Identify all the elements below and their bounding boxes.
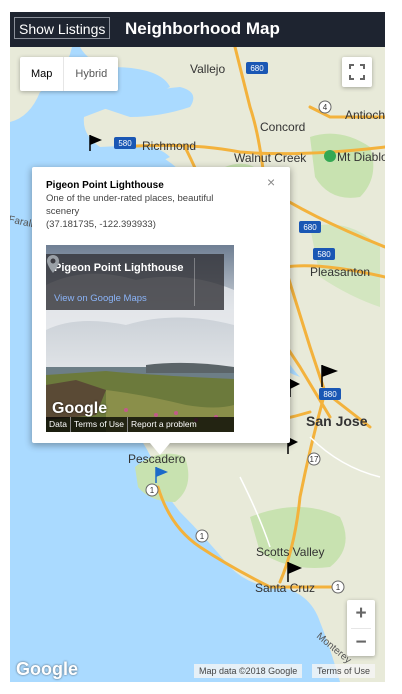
street-view-header: Pigeon Point Lighthouse View on Google M… — [46, 254, 224, 310]
street-view-title: Pigeon Point Lighthouse — [54, 262, 184, 274]
map-pin-icon[interactable] — [46, 254, 60, 274]
svg-text:880: 880 — [323, 390, 337, 399]
fullscreen-icon — [349, 64, 365, 80]
map-label-pleasanton: Pleasanton — [310, 265, 370, 279]
svg-text:1: 1 — [150, 486, 155, 495]
svg-text:17: 17 — [310, 455, 319, 464]
show-listings-button[interactable]: Show Listings — [14, 17, 111, 39]
zoom-out-button[interactable]: − — [347, 629, 375, 657]
map-label-concord: Concord — [260, 120, 305, 134]
svg-text:1: 1 — [336, 583, 341, 592]
map-type-control: Map Hybrid — [20, 57, 119, 91]
fullscreen-button[interactable] — [342, 57, 372, 87]
map-label-santa-cruz: Santa Cruz — [255, 581, 315, 595]
map-type-map-button[interactable]: Map — [20, 57, 63, 91]
info-window-title: Pigeon Point Lighthouse — [46, 180, 164, 191]
report-problem-link[interactable]: Report a problem — [127, 417, 200, 432]
close-icon[interactable]: × — [267, 174, 275, 190]
view-on-google-maps-link[interactable]: View on Google Maps — [54, 293, 147, 304]
route-shield-580: 580 — [114, 137, 136, 149]
map-label-san-jose: San Jose — [306, 413, 368, 429]
park-icon — [324, 150, 336, 162]
map-label-antioch: Antioch — [345, 108, 385, 122]
google-logo[interactable]: Google — [16, 659, 78, 680]
route-shield-4: 4 — [318, 100, 332, 114]
svg-text:4: 4 — [323, 103, 328, 112]
street-view-panorama[interactable]: Pigeon Point Lighthouse View on Google M… — [46, 245, 234, 432]
map-canvas[interactable]: Vallejo Richmond Concord Antioch Walnut … — [10, 47, 385, 682]
info-window-tail — [150, 443, 170, 455]
route-shield-1: 1 — [145, 483, 159, 497]
map-label-walnut-creek: Walnut Creek — [234, 151, 307, 165]
street-view-header-divider — [194, 258, 195, 306]
route-shield-1: 1 — [195, 529, 209, 543]
route-shield-680: 680 — [246, 62, 268, 74]
map-label-richmond: Richmond — [142, 139, 196, 153]
street-view-google-logo[interactable]: Google — [52, 400, 107, 418]
map-label-scotts-valley: Scotts Valley — [256, 545, 324, 559]
map-attribution: Map data ©2018 Google — [194, 664, 303, 678]
route-shield-17: 17 — [307, 452, 321, 466]
map-type-hybrid-button[interactable]: Hybrid — [64, 57, 118, 91]
street-view-footer: Data Terms of Use Report a problem — [46, 417, 234, 432]
svg-text:1: 1 — [200, 532, 205, 541]
route-shield-580: 580 — [313, 248, 335, 260]
zoom-control: + − — [347, 600, 375, 656]
map-label-mt-diablo: Mt Diablo — [337, 150, 385, 164]
page-title: Neighborhood Map — [125, 19, 280, 38]
map-terms-link[interactable]: Terms of Use — [312, 664, 376, 678]
street-view-terms-link[interactable]: Terms of Use — [69, 417, 127, 432]
app-header: Show Listings Neighborhood Map — [10, 12, 385, 47]
street-view-data-link[interactable]: Data — [46, 417, 70, 432]
svg-text:580: 580 — [118, 139, 132, 148]
route-shield-680: 680 — [299, 221, 321, 233]
info-window: Pigeon Point Lighthouse One of the under… — [32, 167, 290, 455]
svg-text:580: 580 — [317, 250, 331, 259]
route-shield-1: 1 — [331, 580, 345, 594]
info-window-coordinates: (37.181735, -122.393933) — [46, 219, 156, 230]
map-label-vallejo: Vallejo — [190, 62, 225, 76]
svg-text:680: 680 — [250, 64, 264, 73]
zoom-in-button[interactable]: + — [347, 600, 375, 628]
app-frame: Show Listings Neighborhood Map Vallejo R… — [10, 12, 385, 682]
svg-text:680: 680 — [303, 223, 317, 232]
info-window-description: One of the under-rated places, beautiful… — [46, 193, 214, 217]
route-shield-880: 880 — [319, 388, 341, 400]
